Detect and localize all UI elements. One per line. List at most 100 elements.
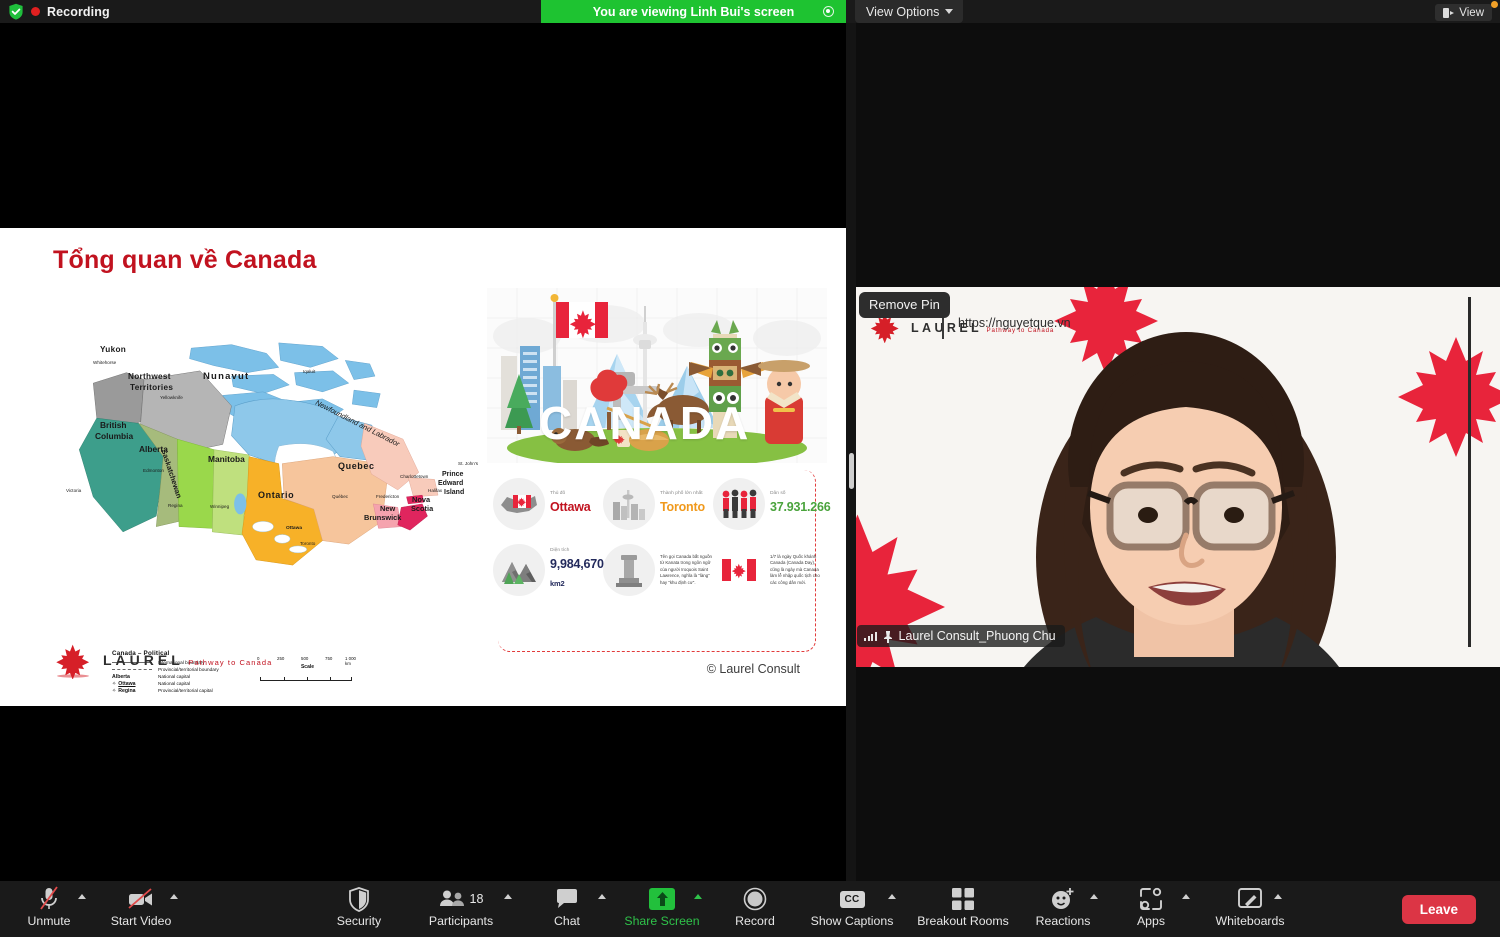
- reactions-label: Reactions: [1036, 914, 1091, 928]
- participants-count: 18: [470, 892, 484, 906]
- meeting-toolbar: Unmute Start Video Security: [0, 881, 1500, 937]
- legend-key-word: Ottawa: [118, 681, 135, 687]
- map-city-label: Toronto: [300, 541, 315, 546]
- city-skyline-icon: [603, 478, 655, 530]
- canada-flag-icon: [713, 544, 765, 596]
- map-city-label: Whitehorse: [93, 360, 116, 365]
- map-label: New: [380, 504, 395, 513]
- infographic-facts: Thủ đô Ottawa: [493, 478, 823, 596]
- scale-tick-label: 500: [301, 656, 308, 661]
- microphone-muted-icon: [38, 886, 60, 912]
- record-label: Record: [735, 914, 775, 928]
- security-label: Security: [337, 914, 381, 928]
- breakout-rooms-button[interactable]: Breakout Rooms: [910, 886, 1016, 928]
- start-video-label: Start Video: [111, 914, 172, 928]
- canada-wordmark: CANADA: [539, 396, 750, 450]
- security-button[interactable]: Security: [316, 886, 402, 928]
- breakout-rooms-icon: [951, 886, 975, 912]
- laurel-logo: LAUREL Pathway to Canada: [53, 643, 272, 679]
- viewing-screen-banner: You are viewing Linh Bui's screen: [541, 0, 846, 23]
- chat-label: Chat: [554, 914, 580, 928]
- legend-key-word: Regina: [118, 688, 135, 694]
- map-city-label: Winnipeg: [210, 504, 229, 509]
- captions-chevron-icon[interactable]: [888, 894, 896, 899]
- pane-divider[interactable]: [846, 23, 856, 881]
- scale-tick-label: 1 000 km: [345, 656, 361, 666]
- apps-button[interactable]: Apps: [1108, 886, 1194, 928]
- infographic-row: Thủ đô Ottawa: [493, 478, 823, 530]
- chat-chevron-icon[interactable]: [598, 894, 606, 899]
- view-layout-button[interactable]: View: [1435, 4, 1492, 21]
- legend-row-text: National capital: [158, 681, 190, 686]
- map-label: Prince: [442, 471, 463, 478]
- laurel-logo-tagline: Pathway to Canada: [188, 658, 272, 667]
- star-icon: ✧: [112, 688, 116, 694]
- remove-pin-button[interactable]: Remove Pin: [859, 292, 950, 318]
- map-city-label: Yellowknife: [160, 395, 183, 400]
- chat-button[interactable]: Chat: [524, 886, 610, 928]
- map-city-label: St. John's: [458, 461, 478, 466]
- apps-chevron-icon[interactable]: [1182, 894, 1190, 899]
- map-city-label: Charlottetown: [400, 474, 428, 479]
- canada-illustration: CANADA: [487, 288, 827, 463]
- presentation-slide: Tổng quan về Canada: [0, 228, 846, 706]
- reactions-chevron-icon[interactable]: [1090, 894, 1098, 899]
- recording-label: Recording: [47, 5, 110, 19]
- map-city-label: Regina: [168, 503, 183, 508]
- fact-unit: km2: [550, 579, 564, 588]
- share-options-chevron-icon[interactable]: [694, 894, 702, 899]
- whiteboards-label: Whiteboards: [1215, 914, 1284, 928]
- map-scale: Scale 0 250 500 750 1 000 km: [260, 664, 355, 681]
- stop-share-circle-icon[interactable]: [823, 6, 834, 17]
- view-options-label: View Options: [866, 5, 939, 19]
- map-label: Scotia: [411, 504, 433, 513]
- whiteboard-icon: [1237, 886, 1263, 912]
- zoom-meeting-window: Recording You are viewing Linh Bui's scr…: [0, 0, 1500, 937]
- scale-bar-icon: [260, 677, 352, 681]
- participant-video-tile[interactable]: LAUREL Pathway to Canada https://nguyetq…: [856, 287, 1500, 667]
- unmute-button[interactable]: Unmute: [6, 886, 92, 928]
- leave-button[interactable]: Leave: [1402, 895, 1476, 924]
- share-screen-icon: [649, 886, 675, 912]
- scale-tick-label: 250: [277, 656, 284, 661]
- whiteboards-button[interactable]: Whiteboards: [1200, 886, 1300, 928]
- participants-chevron-icon[interactable]: [504, 894, 512, 899]
- legend-row-text: Provincial/territorial capital: [158, 688, 213, 693]
- audio-options-chevron-icon[interactable]: [78, 894, 86, 899]
- fact-value: 37.931.266: [770, 500, 831, 514]
- map-label: Manitoba: [208, 454, 245, 464]
- view-options-button[interactable]: View Options: [855, 0, 963, 23]
- fact-caption: Thành phố lớn nhất: [660, 491, 705, 497]
- divider-drag-handle[interactable]: [849, 453, 854, 489]
- video-frame-graphic: [856, 287, 1500, 667]
- whiteboards-chevron-icon[interactable]: [1274, 894, 1282, 899]
- maple-leaf-icon: [53, 643, 93, 679]
- shared-screen-pane[interactable]: Tổng quan về Canada: [0, 23, 846, 881]
- map-city-label: Iqaluit: [303, 369, 315, 374]
- map-label: Quebec: [338, 461, 375, 471]
- pin-icon: [883, 630, 893, 642]
- chevron-down-icon: [945, 9, 953, 14]
- record-button[interactable]: Record: [712, 886, 798, 928]
- video-options-chevron-icon[interactable]: [170, 894, 178, 899]
- video-pane: LAUREL Pathway to Canada https://nguyetq…: [856, 23, 1500, 881]
- shield-check-icon: [8, 3, 24, 20]
- map-city-label: Victoria: [66, 488, 81, 493]
- fact-value: 9,984,670: [550, 557, 604, 571]
- notification-dot-icon: [1491, 1, 1498, 8]
- fact-caption: Thủ đô: [550, 491, 590, 497]
- share-screen-button[interactable]: Share Screen: [619, 886, 705, 928]
- apps-icon: [1139, 886, 1163, 912]
- map-label: Yukon: [100, 345, 126, 354]
- map-city-label: Québec: [332, 494, 348, 499]
- participant-name-badge: Laurel Consult_Phuong Chu: [857, 625, 1065, 647]
- recording-dot-icon: [31, 7, 40, 16]
- meeting-top-bar: Recording You are viewing Linh Bui's scr…: [0, 0, 1500, 23]
- start-video-button[interactable]: Start Video: [98, 886, 184, 928]
- signal-bars-icon: [864, 631, 877, 641]
- show-captions-button[interactable]: CC Show Captions: [800, 886, 904, 928]
- map-label: Ontario: [258, 490, 294, 500]
- participants-button[interactable]: 18 Participants: [418, 886, 504, 928]
- reactions-button[interactable]: Reactions: [1020, 886, 1106, 928]
- fact-paragraph: 1/7 là ngày Quốc khánh Canada (Canada Da…: [770, 554, 823, 586]
